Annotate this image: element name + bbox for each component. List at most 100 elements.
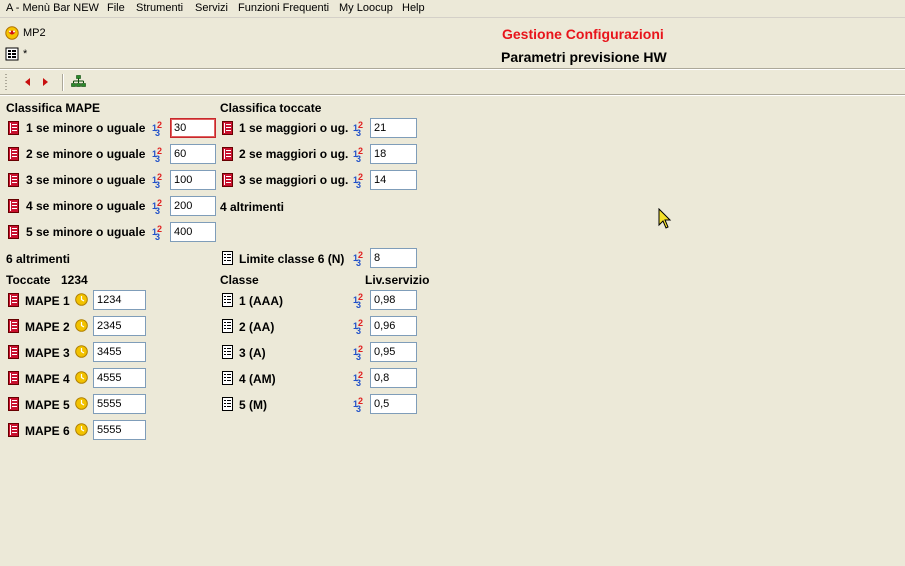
number-format-icon: 123 (353, 318, 364, 336)
arrow-left-icon[interactable] (22, 76, 34, 88)
service-level-5-field[interactable]: 0,5 (370, 394, 417, 414)
number-format-icon: 123 (353, 292, 364, 310)
mape-row-label: 1 se minore o uguale (26, 121, 146, 135)
document-list-icon (222, 345, 233, 359)
toccate-row-label: 1 se maggiori o ug. (239, 121, 349, 135)
menu-item-servizi[interactable]: Servizi (195, 2, 228, 14)
doc-marker-row: * (5, 47, 27, 61)
mouse-cursor-icon (658, 208, 672, 229)
red-book-icon (8, 397, 19, 411)
clock-icon (75, 397, 88, 410)
menu-item-strumenti[interactable]: Strumenti (136, 2, 183, 14)
hierarchy-icon[interactable] (71, 75, 86, 89)
classe-label: 1 (AAA) (239, 294, 283, 308)
toccate-row-label: 3 se maggiori o ug. (239, 173, 349, 187)
mape-threshold-5-field[interactable]: 400 (170, 222, 216, 242)
toccate-row-label: 2 se maggiori o ug. (239, 147, 349, 161)
service-level-2-field[interactable]: 0,96 (370, 316, 417, 336)
toolbar-separator (62, 74, 64, 91)
red-book-icon (222, 173, 233, 187)
header-divider (0, 68, 905, 70)
toccate-list-label: MAPE 2 (25, 320, 70, 334)
toccate-mape-4-field[interactable]: 4555 (93, 368, 146, 388)
classe-label: 3 (A) (239, 346, 266, 360)
red-book-icon (8, 293, 19, 307)
mape-threshold-3-field[interactable]: 100 (170, 170, 216, 190)
service-level-1-field[interactable]: 0,98 (370, 290, 417, 310)
red-book-icon (8, 371, 19, 385)
toccate-mape-1-field[interactable]: 1234 (93, 290, 146, 310)
toolbar-divider (0, 94, 905, 96)
toolbar-grip[interactable] (5, 74, 7, 90)
classe-label: 4 (AM) (239, 372, 276, 386)
number-format-icon: 123 (152, 198, 163, 216)
toccate-mape-3-field[interactable]: 3455 (93, 342, 146, 362)
page-title: Gestione Configurazioni (502, 26, 664, 42)
form-icon (5, 47, 19, 61)
clock-icon (75, 423, 88, 436)
red-book-icon (8, 121, 19, 135)
toccate-mape-6-field[interactable]: 5555 (93, 420, 146, 440)
document-list-icon (222, 371, 233, 385)
menu-bar: A - Menù Bar NEW File Strumenti Servizi … (0, 0, 905, 18)
red-book-icon (222, 121, 233, 135)
toccate-list-label: MAPE 6 (25, 424, 70, 438)
toccate-list-label: MAPE 4 (25, 372, 70, 386)
limite-label: Limite classe 6 (N) (239, 252, 345, 266)
red-book-icon (8, 345, 19, 359)
red-book-icon (8, 173, 19, 187)
service-level-4-field[interactable]: 0,8 (370, 368, 417, 388)
red-book-icon (222, 147, 233, 161)
app-logo-icon (5, 26, 19, 40)
menu-item-file[interactable]: File (107, 2, 125, 14)
service-level-header: Liv.servizio (365, 273, 430, 287)
classe-label: 5 (M) (239, 398, 267, 412)
clock-icon (75, 319, 88, 332)
mape-threshold-1-field[interactable]: 30 (170, 118, 216, 138)
classe-header: Classe (220, 273, 259, 287)
service-level-3-field[interactable]: 0,95 (370, 342, 417, 362)
toccate-threshold-1-field[interactable]: 21 (370, 118, 417, 138)
arrow-right-icon[interactable] (39, 76, 51, 88)
page-subtitle: Parametri previsione HW (501, 49, 667, 65)
toccate-threshold-2-field[interactable]: 18 (370, 144, 417, 164)
toccate-list-label: MAPE 5 (25, 398, 70, 412)
mape-threshold-4-field[interactable]: 200 (170, 196, 216, 216)
toccate-mape-2-field[interactable]: 2345 (93, 316, 146, 336)
menu-item-my-loocup[interactable]: My Loocup (339, 2, 393, 14)
doc-marker: * (23, 48, 28, 60)
toccate-list-label: MAPE 1 (25, 294, 70, 308)
number-format-icon: 123 (152, 172, 163, 190)
toccate-section-label: Classifica toccate (220, 101, 322, 115)
red-book-icon (8, 423, 19, 437)
clock-icon (75, 371, 88, 384)
number-format-icon: 123 (152, 120, 163, 138)
number-format-icon: 123 (152, 146, 163, 164)
number-format-icon: 123 (353, 344, 364, 362)
red-book-icon (8, 147, 19, 161)
document-list-icon (222, 397, 233, 411)
mape-row-label: 5 se minore o uguale (26, 225, 146, 239)
toccate-list-header: Toccate (6, 273, 51, 287)
toccate-mape-5-field[interactable]: 5555 (93, 394, 146, 414)
number-format-icon: 123 (353, 396, 364, 414)
document-list-icon (222, 293, 233, 307)
number-format-icon: 123 (353, 146, 364, 164)
menu-item-app[interactable]: A - Menù Bar NEW (6, 2, 99, 14)
menu-item-help[interactable]: Help (402, 2, 425, 14)
mape-otherwise-label: 6 altrimenti (6, 252, 71, 266)
mape-row-label: 3 se minore o uguale (26, 173, 146, 187)
toccate-threshold-3-field[interactable]: 14 (370, 170, 417, 190)
number-format-icon: 123 (353, 250, 364, 268)
mape-row-label: 4 se minore o uguale (26, 199, 146, 213)
mape-threshold-2-field[interactable]: 60 (170, 144, 216, 164)
number-format-icon: 123 (353, 172, 364, 190)
red-book-icon (8, 225, 19, 239)
toccate-list-header-value: 1234 (61, 273, 88, 287)
app-code-row: MP2 (5, 26, 46, 40)
toccate-otherwise-label: 4 altrimenti (220, 200, 285, 214)
menu-item-funzioni-frequenti[interactable]: Funzioni Frequenti (238, 2, 329, 14)
mape-row-label: 2 se minore o uguale (26, 147, 146, 161)
limite-field[interactable]: 8 (370, 248, 417, 268)
app-code: MP2 (23, 27, 46, 39)
